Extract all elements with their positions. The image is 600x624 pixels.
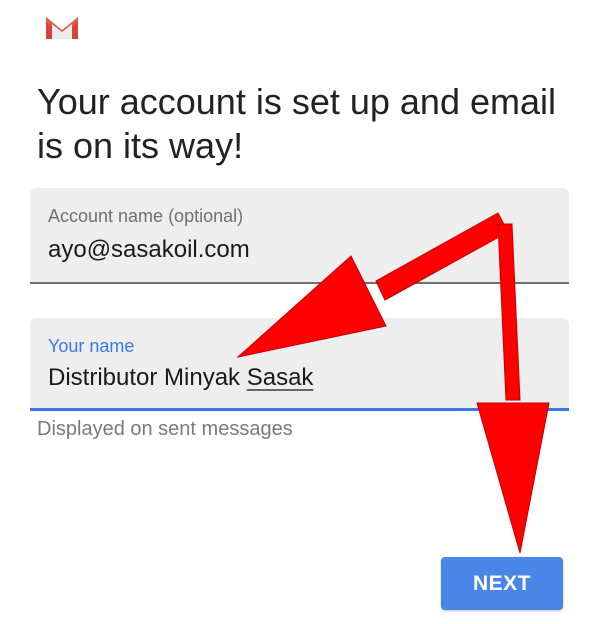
your-name-value-underlined-word: Sasak	[246, 364, 314, 391]
your-name-field[interactable]: Your name Distributor Minyak Sasak	[30, 318, 569, 411]
your-name-value-first: Distributor Minyak	[48, 364, 247, 391]
account-name-label: Account name (optional)	[48, 206, 244, 226]
account-name-field[interactable]: Account name (optional) ayo@sasakoil.com	[30, 188, 569, 284]
your-name-label: Your name	[48, 336, 135, 356]
arrow-to-next-button-head	[476, 402, 550, 554]
account-name-value[interactable]: ayo@sasakoil.com	[48, 236, 250, 264]
next-button[interactable]: NEXT	[441, 557, 563, 610]
page-title: Your account is set up and email is on i…	[37, 81, 556, 166]
your-name-value[interactable]: Distributor Minyak Sasak	[48, 364, 313, 392]
your-name-helper-text: Displayed on sent messages	[37, 418, 293, 440]
gmail-logo-icon	[45, 15, 79, 39]
